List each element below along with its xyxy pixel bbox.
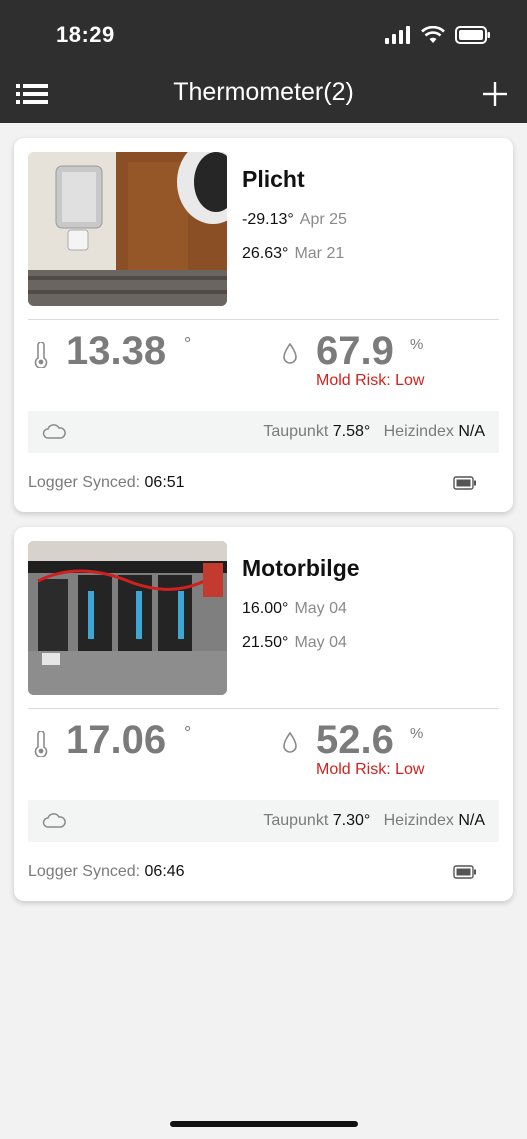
record-low: 16.00° May 04 bbox=[242, 600, 347, 618]
heatindex-label: Heizindex bbox=[383, 812, 454, 829]
humidity-drop-icon bbox=[283, 343, 297, 364]
cloud-icon bbox=[42, 424, 66, 439]
humidity-unit: % bbox=[410, 336, 424, 353]
device-name: Plicht bbox=[242, 166, 305, 192]
temperature-unit: ° bbox=[184, 334, 192, 354]
dewpoint-value: 7.30° bbox=[332, 812, 371, 829]
battery-status-icon bbox=[455, 26, 490, 44]
record-high: 21.50° May 04 bbox=[242, 634, 347, 652]
record-high-value: 26.63° bbox=[242, 245, 289, 262]
mold-risk-label: Mold Risk: Low bbox=[316, 372, 425, 389]
humidity-value: 52.6 bbox=[316, 718, 394, 762]
home-indicator[interactable] bbox=[170, 1121, 358, 1127]
signal-icon bbox=[385, 26, 410, 44]
add-icon[interactable] bbox=[481, 80, 509, 108]
dewpoint-label: Taupunkt bbox=[263, 423, 329, 440]
divider bbox=[28, 708, 499, 709]
wifi-icon bbox=[421, 26, 445, 43]
record-low-value: -29.13° bbox=[242, 211, 294, 228]
device-name: Motorbilge bbox=[242, 555, 360, 581]
record-low-date: May 04 bbox=[294, 600, 347, 617]
record-low-value: 16.00° bbox=[242, 600, 289, 617]
sync-label: Logger Synced: bbox=[28, 863, 141, 880]
record-high-date: May 04 bbox=[294, 634, 347, 651]
battery-icon bbox=[453, 476, 476, 490]
humidity-value: 67.9 bbox=[316, 329, 394, 373]
heatindex-value: N/A bbox=[458, 423, 485, 440]
record-low-date: Apr 25 bbox=[299, 211, 347, 228]
dewpoint-heatindex: Taupunkt 7.30° Heizindex N/A bbox=[263, 812, 485, 830]
device-photo bbox=[28, 541, 227, 695]
temperature-value: 13.38 bbox=[66, 329, 167, 373]
record-high: 26.63° Mar 21 bbox=[242, 245, 344, 263]
dewpoint-heatindex: Taupunkt 7.58° Heizindex N/A bbox=[263, 423, 485, 441]
sync-time: 06:46 bbox=[144, 863, 185, 880]
record-low: -29.13° Apr 25 bbox=[242, 211, 347, 229]
logger-synced: Logger Synced: 06:46 bbox=[28, 863, 185, 881]
weather-info-strip: Taupunkt 7.30° Heizindex N/A bbox=[28, 800, 499, 842]
dewpoint-value: 7.58° bbox=[332, 423, 371, 440]
humidity-unit: % bbox=[410, 725, 424, 742]
sync-label: Logger Synced: bbox=[28, 474, 141, 491]
device-card[interactable]: Plicht -29.13° Apr 25 26.63° Mar 21 13.38 … bbox=[14, 138, 513, 512]
heatindex-value: N/A bbox=[458, 812, 485, 829]
status-time: 18:29 bbox=[56, 22, 115, 47]
device-photo bbox=[28, 152, 227, 306]
logger-synced: Logger Synced: 06:51 bbox=[28, 474, 185, 492]
device-card[interactable]: Motorbilge 16.00° May 04 21.50° May 04 17.… bbox=[14, 527, 513, 901]
thermometer-icon bbox=[34, 731, 48, 757]
thermometer-icon bbox=[34, 342, 48, 368]
battery-icon bbox=[453, 865, 476, 879]
top-bar: 18:29 Thermometer(2) bbox=[0, 0, 527, 123]
temperature-value: 17.06 bbox=[66, 718, 167, 762]
sync-time: 06:51 bbox=[144, 474, 185, 491]
record-high-date: Mar 21 bbox=[294, 245, 345, 262]
temperature-unit: ° bbox=[184, 723, 192, 743]
divider bbox=[28, 319, 499, 320]
cloud-icon bbox=[42, 813, 66, 828]
weather-info-strip: Taupunkt 7.58° Heizindex N/A bbox=[28, 411, 499, 453]
mold-risk-label: Mold Risk: Low bbox=[316, 761, 425, 778]
humidity-drop-icon bbox=[283, 732, 297, 753]
page-title: Thermometer(2) bbox=[173, 78, 354, 106]
dewpoint-label: Taupunkt bbox=[263, 812, 329, 829]
record-high-value: 21.50° bbox=[242, 634, 289, 651]
heatindex-label: Heizindex bbox=[383, 423, 454, 440]
status-icons bbox=[385, 24, 491, 46]
